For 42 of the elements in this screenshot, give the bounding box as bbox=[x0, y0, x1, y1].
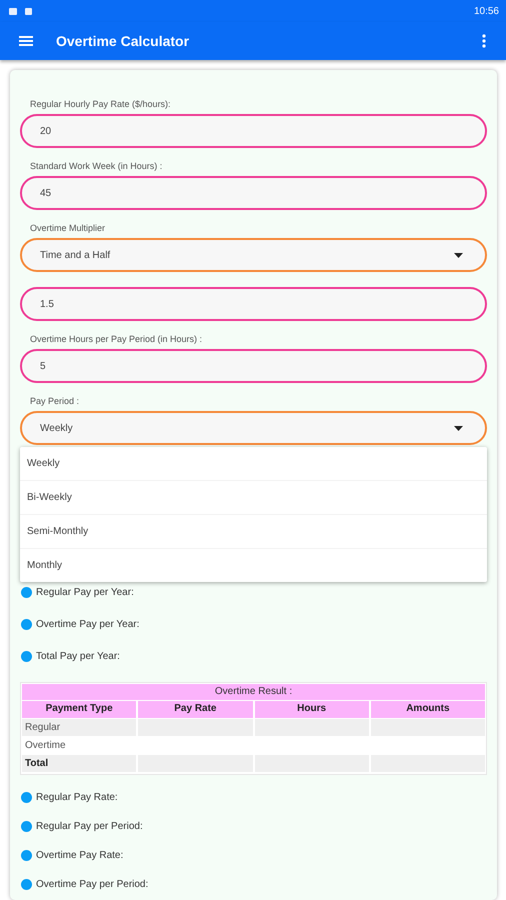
bullet-icon bbox=[21, 850, 32, 861]
result-label: Regular Pay Rate: bbox=[36, 792, 118, 803]
field-label: Pay Period : bbox=[30, 395, 80, 407]
input-field[interactable]: 1.5 bbox=[20, 287, 487, 321]
result-label: Overtime Pay per Period: bbox=[36, 879, 148, 890]
more-options-icon[interactable] bbox=[482, 34, 486, 48]
column-header: Pay Rate bbox=[138, 701, 252, 718]
field-label: Standard Work Week (in Hours) : bbox=[30, 160, 164, 172]
menu-item[interactable]: Bi-Weekly bbox=[20, 480, 487, 514]
result-label: Total Pay per Year: bbox=[36, 650, 120, 662]
result-label: Regular Pay per Period: bbox=[36, 821, 143, 832]
field-label: Overtime Multiplier bbox=[30, 222, 106, 234]
table-title: Overtime Result : bbox=[22, 684, 485, 700]
field-label: Overtime Hours per Pay Period (in Hours) : bbox=[30, 333, 204, 345]
menu-icon[interactable] bbox=[19, 35, 33, 47]
field-label: Regular Hourly Pay Rate ($/hours): bbox=[30, 98, 172, 110]
clock-time: 10:56 bbox=[474, 6, 499, 16]
input-field[interactable]: 5 bbox=[20, 349, 487, 383]
menu-item[interactable]: Monthly bbox=[20, 548, 487, 582]
bullet-icon bbox=[21, 792, 32, 803]
column-header: Hours bbox=[254, 701, 369, 718]
column-header: Payment Type bbox=[22, 701, 136, 718]
bullet-icon bbox=[21, 821, 32, 832]
table-cell: Regular bbox=[22, 719, 136, 736]
caret-icon bbox=[454, 426, 463, 430]
result-label: Regular Pay per Year: bbox=[36, 586, 134, 598]
app-title: Overtime Calculator bbox=[56, 33, 190, 49]
table-cell: Total bbox=[22, 755, 136, 772]
bullet-icon bbox=[21, 586, 32, 598]
menu-item[interactable]: Semi-Monthly bbox=[20, 514, 487, 548]
result-label: Overtime Pay per Year: bbox=[36, 618, 140, 630]
dropdown-field[interactable]: Time and a Half bbox=[20, 238, 487, 272]
input-field[interactable]: 45 bbox=[20, 176, 487, 210]
bullet-icon bbox=[21, 618, 32, 630]
input-field[interactable]: 20 bbox=[20, 114, 487, 148]
dropdown-field[interactable]: Weekly bbox=[20, 411, 487, 445]
result-label: Overtime Pay Rate: bbox=[36, 850, 124, 861]
caret-icon bbox=[454, 252, 463, 258]
bullet-icon bbox=[21, 879, 32, 890]
menu-item[interactable]: Weekly bbox=[20, 447, 487, 480]
bullet-icon bbox=[21, 650, 32, 662]
column-header: Amounts bbox=[370, 701, 485, 718]
